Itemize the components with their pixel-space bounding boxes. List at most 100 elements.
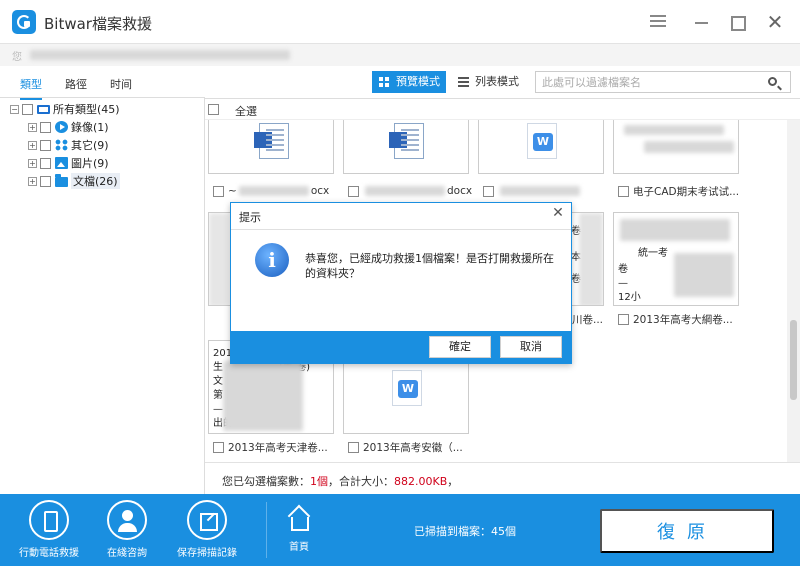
wps-doc-icon: W <box>527 123 557 159</box>
cancel-button[interactable]: 取消 <box>500 336 562 358</box>
expand-icon[interactable]: + <box>28 140 37 150</box>
other-icon <box>55 139 68 151</box>
tree-root-label: 所有類型(45) <box>53 103 120 116</box>
file-item[interactable]: 2013年高考安徽（... <box>348 440 463 454</box>
file-item[interactable]: docx <box>348 184 472 198</box>
select-all-label: 全選 <box>235 105 257 118</box>
select-all-bar: 全選 <box>205 98 800 120</box>
tab-time[interactable]: 时间 <box>110 76 132 92</box>
file-item[interactable]: 2013年高考大綱卷... <box>618 312 733 326</box>
file-thumbnail[interactable] <box>208 120 334 174</box>
checkbox[interactable] <box>40 157 51 169</box>
tree-item-label: 其它(9) <box>71 139 109 152</box>
save-scan-label: 保存掃描記錄 <box>177 548 237 559</box>
file-name: 2013年高考天津卷... <box>228 441 328 454</box>
tree-root[interactable]: − 所有類型(45) <box>10 101 120 117</box>
tab-type[interactable]: 類型 <box>20 76 42 100</box>
file-item[interactable]: ~ ocx <box>213 184 329 198</box>
tree-item-other[interactable]: + 其它(9) <box>28 137 109 153</box>
dialog-close-icon[interactable]: ✕ <box>551 206 565 220</box>
blurred-preview <box>674 253 734 297</box>
status-prefix: 您已勾選檔案數： <box>222 475 310 488</box>
blurred-preview <box>209 213 229 305</box>
divider <box>266 502 267 558</box>
checkbox[interactable] <box>618 313 629 325</box>
scroll-thumb[interactable] <box>790 320 797 400</box>
phone-icon <box>29 500 69 540</box>
online-consult-label: 在綫咨詢 <box>107 548 147 559</box>
home-label: 首頁 <box>289 542 309 553</box>
vertical-scrollbar[interactable] <box>787 120 800 462</box>
file-name: 电子CAD期末考试试... <box>633 185 740 198</box>
file-thumbnail[interactable] <box>613 120 739 174</box>
close-icon[interactable]: ✕ <box>765 12 785 32</box>
online-consult-button[interactable]: 在綫咨詢 <box>100 500 154 559</box>
checkbox[interactable] <box>40 139 51 151</box>
bottom-bar: 行動電話救援 在綫咨詢 保存掃描記錄 首頁 已掃描到檔案：45個 復原 <box>0 494 800 566</box>
checkbox[interactable] <box>348 441 359 453</box>
search-input[interactable] <box>535 71 791 93</box>
collapse-icon[interactable]: − <box>10 104 19 114</box>
menu-icon[interactable] <box>648 12 668 32</box>
file-thumbnail[interactable]: 統一考 卷 — 12小 <box>613 212 739 306</box>
file-name-suffix: ocx <box>310 185 330 197</box>
blurred-text <box>30 50 290 60</box>
select-all-checkbox[interactable] <box>208 104 219 115</box>
blurred-preview <box>579 213 603 305</box>
file-thumbnail[interactable]: W <box>478 120 604 174</box>
selected-size: 882.00KB <box>394 475 448 488</box>
tab-path[interactable]: 路徑 <box>65 76 87 92</box>
file-name: 2013年高考安徽（... <box>363 441 463 454</box>
checkbox[interactable] <box>22 103 33 115</box>
checkbox[interactable] <box>213 441 224 453</box>
expand-icon[interactable]: + <box>28 158 37 168</box>
list-mode-button[interactable]: 列表模式 <box>451 71 525 93</box>
expand-icon[interactable]: + <box>28 176 37 186</box>
file-name-suffix: 川卷... <box>572 313 604 326</box>
scanned-count: 已掃描到檔案：45個 <box>414 525 516 538</box>
home-button[interactable]: 首頁 <box>282 500 316 553</box>
home-icon <box>286 506 312 532</box>
expand-icon[interactable]: + <box>28 122 37 132</box>
confirm-button[interactable]: 確定 <box>429 336 491 358</box>
search-icon[interactable] <box>768 77 777 86</box>
checkbox[interactable] <box>348 185 359 197</box>
checkbox[interactable] <box>40 175 51 187</box>
image-icon <box>55 157 68 169</box>
checkbox[interactable] <box>483 185 494 197</box>
file-item[interactable]: 2013年高考天津卷... <box>213 440 328 454</box>
computer-icon <box>37 104 50 114</box>
selected-count: 1個 <box>310 475 328 488</box>
maximize-icon[interactable] <box>727 12 747 32</box>
recover-button[interactable]: 復原 <box>600 509 774 553</box>
minimize-icon[interactable] <box>692 12 712 32</box>
preview-text: — <box>213 404 223 415</box>
blurred-preview <box>223 361 303 431</box>
checkbox[interactable] <box>618 185 629 197</box>
save-scan-button[interactable]: 保存掃描記錄 <box>172 500 242 559</box>
file-name: 2013年高考大綱卷... <box>633 313 733 326</box>
preview-text: 卷 <box>618 264 628 275</box>
file-item[interactable]: 电子CAD期末考试试... <box>618 184 739 198</box>
dialog-message: 恭喜您，已經成功救援1個檔案！是否打開救援所在的資料夾？ <box>305 252 554 280</box>
tree-item-label: 錄像(1) <box>71 121 109 134</box>
tree-item-document[interactable]: + 文檔(26) <box>28 173 120 189</box>
tree-item-image[interactable]: + 圖片(9) <box>28 155 109 171</box>
word-doc-icon <box>254 123 289 159</box>
checkbox[interactable] <box>40 121 51 133</box>
list-icon <box>458 77 469 87</box>
file-thumbnail[interactable] <box>343 120 469 174</box>
checkbox[interactable] <box>213 185 224 197</box>
blurred-text <box>238 186 309 196</box>
folder-icon <box>55 174 68 187</box>
mobile-rescue-label: 行動電話救援 <box>19 548 79 559</box>
preview-mode-button[interactable]: 預覽模式 <box>372 71 446 93</box>
tree-item-video[interactable]: + 錄像(1) <box>28 119 109 135</box>
blurred-preview <box>644 141 734 153</box>
preview-text: 12小 <box>618 292 641 303</box>
preview-mode-label: 預覽模式 <box>396 75 440 88</box>
blurred-preview <box>620 219 730 241</box>
file-item[interactable] <box>483 184 582 198</box>
tree-item-label: 文檔(26) <box>71 173 120 189</box>
mobile-rescue-button[interactable]: 行動電話救援 <box>16 500 82 559</box>
